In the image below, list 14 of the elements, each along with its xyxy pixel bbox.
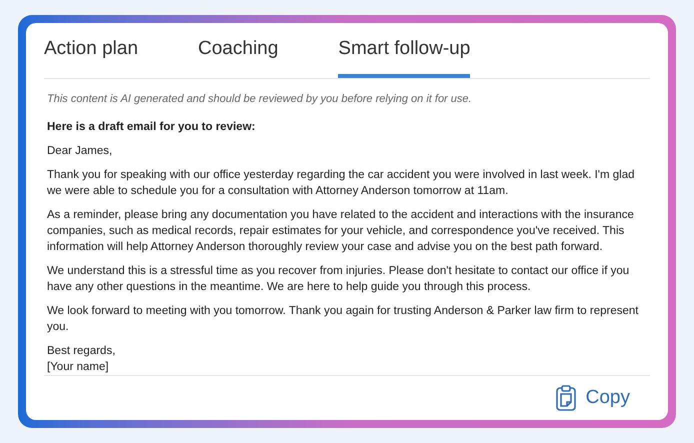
disclaimer-text: This content is AI generated and should be reviewed by you before relying on it for use. (47, 92, 473, 107)
signature-line: Best regards, (47, 344, 116, 359)
tab[interactable]: Smart follow-up (338, 35, 470, 78)
tab[interactable]: Coaching (198, 35, 278, 78)
tab[interactable]: Action plan (44, 35, 138, 78)
email-paragraph: As a reminder, please bring any documentation you have related to the accident and interactions with the insurance companies, such as medical records, repair estimates for your vehicle, and correspondence you've received. This information will help Attorney Anderson thoroughly review your case and advise you on the best path forward. (47, 208, 635, 255)
email-paragraph: Thank you for speaking with our office yesterday regarding the car accident you were involved in last week. I'm glad we were able to schedule you for a consultation with Attorney Anderson tomorrow at 11am. (47, 168, 636, 199)
clipboard-icon (556, 384, 576, 411)
email-paragraph: We look forward to meeting with you tomorrow. Thank you again for trusting Anderson & Parker law firm to represent you. (47, 304, 640, 335)
copy-button[interactable]: Copy (556, 384, 630, 412)
email-paragraph: We understand this is a stressful time as you recover from injuries. Please don't hesitate to contact our office if you have any other questions in the meantime. We are here to help guide you through this process. (47, 264, 630, 295)
signature-line: [Your name] (47, 360, 110, 375)
email-greeting: Dear James, (47, 144, 114, 159)
email-heading: Here is a draft email for you to review: (47, 120, 256, 135)
